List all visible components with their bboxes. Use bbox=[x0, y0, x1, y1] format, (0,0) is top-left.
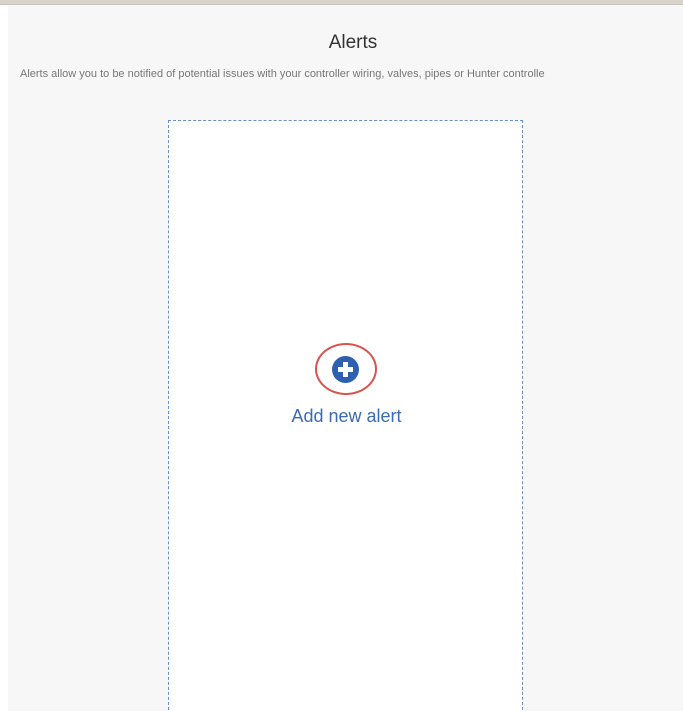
add-new-alert-link[interactable]: Add new alert bbox=[169, 406, 524, 427]
alerts-panel: Alerts Alerts allow you to be notified o… bbox=[8, 5, 683, 711]
plus-circle-icon[interactable] bbox=[332, 356, 359, 383]
add-new-alert-card[interactable]: Add new alert bbox=[168, 120, 523, 711]
page-title: Alerts bbox=[328, 32, 378, 53]
page-description: Alerts allow you to be notified of poten… bbox=[20, 68, 545, 80]
left-gutter bbox=[0, 5, 8, 711]
